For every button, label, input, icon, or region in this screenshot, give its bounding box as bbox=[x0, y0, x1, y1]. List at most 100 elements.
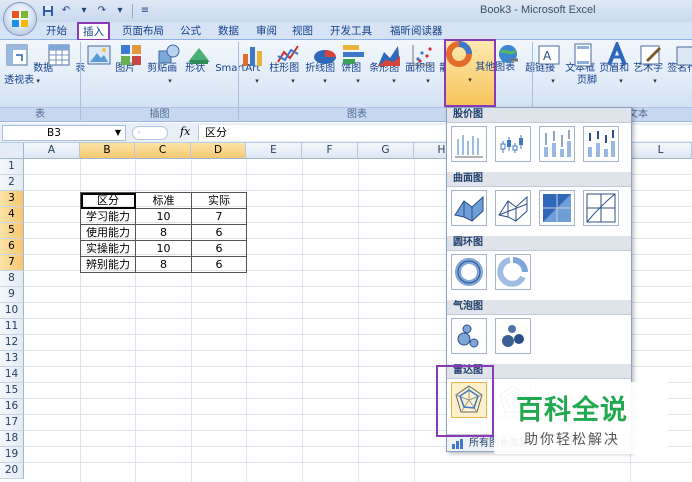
bubble-chart[interactable] bbox=[451, 318, 487, 354]
surface-chart-icon bbox=[586, 193, 616, 223]
column-header-g[interactable]: G bbox=[358, 143, 414, 159]
row-header-20[interactable]: 20 bbox=[0, 463, 24, 479]
save-icon[interactable] bbox=[40, 3, 56, 18]
column-header-b[interactable]: B bbox=[80, 143, 135, 159]
cell-b3[interactable]: 区分 bbox=[80, 192, 136, 209]
cell-b7[interactable]: 辨别能力 bbox=[80, 256, 136, 273]
surface-chart-3d[interactable] bbox=[451, 190, 487, 226]
table-button[interactable]: 表 bbox=[46, 42, 85, 75]
header-footer-button[interactable]: 页眉和 页脚 bbox=[570, 42, 629, 87]
dropdown-arrow-icon[interactable]: ▾ bbox=[76, 3, 92, 18]
row-header-9[interactable]: 9 bbox=[0, 287, 24, 303]
tab-data[interactable]: 数据 bbox=[214, 23, 243, 40]
cell-c5[interactable]: 8 bbox=[135, 224, 192, 241]
textbox-button[interactable]: A 文本框 ▾ bbox=[536, 42, 595, 87]
stock-chart-ohlc[interactable] bbox=[495, 126, 531, 162]
tab-home[interactable]: 开始 bbox=[42, 23, 71, 40]
cell-c3[interactable]: 标准 bbox=[135, 192, 192, 209]
shapes-button[interactable]: 形状 ▾ bbox=[156, 42, 205, 87]
cell-c7[interactable]: 8 bbox=[135, 256, 192, 273]
tab-review[interactable]: 审阅 bbox=[252, 23, 281, 40]
cell-b5[interactable]: 使用能力 bbox=[80, 224, 136, 241]
formula-expand-handle[interactable]: ◦ bbox=[132, 126, 168, 140]
hyperlink-button[interactable]: 超链接 bbox=[496, 42, 555, 75]
dropdown-arrow-icon: ▾ bbox=[356, 77, 360, 85]
surface-chart-contour[interactable] bbox=[539, 190, 575, 226]
object-icon bbox=[676, 46, 692, 66]
row-header-13[interactable]: 13 bbox=[0, 351, 24, 367]
tab-foxit-reader[interactable]: 福昕阅读器 bbox=[386, 23, 447, 40]
scatter-chart-button[interactable]: 散点图▾ bbox=[410, 42, 469, 87]
picture-button[interactable]: 图片 bbox=[86, 42, 135, 75]
tab-page-layout[interactable]: 页面布局 bbox=[118, 23, 168, 40]
smartart-button[interactable]: SmartArt bbox=[186, 42, 260, 75]
cell-b6[interactable]: 实操能力 bbox=[80, 240, 136, 257]
surface-chart-contour-wireframe[interactable] bbox=[583, 190, 619, 226]
office-button[interactable] bbox=[3, 2, 37, 36]
column-header-c[interactable]: C bbox=[135, 143, 191, 159]
object-button[interactable]: 对象 bbox=[672, 42, 692, 75]
wordart-button[interactable]: 艺术字 ▾ bbox=[604, 39, 663, 87]
cell-d5[interactable]: 6 bbox=[191, 224, 247, 241]
tab-formulas[interactable]: 公式 bbox=[176, 23, 205, 40]
line-chart-button[interactable]: 折线图 ▾ bbox=[276, 42, 335, 87]
row-header-5[interactable]: 5 bbox=[0, 223, 24, 239]
row-header-15[interactable]: 15 bbox=[0, 383, 24, 399]
tab-view[interactable]: 视图 bbox=[288, 23, 317, 40]
pivot-table-button[interactable]: 数据 透视表 ▾ bbox=[4, 42, 53, 87]
row-header-1[interactable]: 1 bbox=[0, 159, 24, 175]
column-header-e[interactable]: E bbox=[246, 143, 302, 159]
column-header-f[interactable]: F bbox=[302, 143, 358, 159]
row-header-18[interactable]: 18 bbox=[0, 431, 24, 447]
bubble-chart-icon bbox=[502, 325, 524, 347]
cell-d6[interactable]: 6 bbox=[191, 240, 247, 257]
cell-d4[interactable]: 7 bbox=[191, 208, 247, 225]
customize-qat-icon[interactable]: ≡ bbox=[137, 3, 153, 18]
row-header-12[interactable]: 12 bbox=[0, 335, 24, 351]
bar-chart-button[interactable]: 条形图 ▾ bbox=[340, 42, 399, 87]
surface-chart-wireframe[interactable] bbox=[495, 190, 531, 226]
row-header-14[interactable]: 14 bbox=[0, 367, 24, 383]
cell-c6[interactable]: 10 bbox=[135, 240, 192, 257]
column-header-a[interactable]: A bbox=[24, 143, 80, 159]
stock-chart-hlc[interactable] bbox=[451, 126, 487, 162]
row-header-16[interactable]: 16 bbox=[0, 399, 24, 415]
clipart-button[interactable]: 剪贴画 bbox=[118, 42, 177, 75]
tab-insert[interactable]: 插入 bbox=[77, 22, 110, 41]
row-header-3[interactable]: 3 bbox=[0, 191, 24, 207]
name-box[interactable]: B3 ▼ bbox=[2, 125, 126, 141]
bubble-chart-3d[interactable] bbox=[495, 318, 531, 354]
other-charts-button[interactable]: 其他图表 ▾ bbox=[444, 39, 515, 107]
signature-line-button[interactable]: 签名行▾ bbox=[638, 42, 692, 87]
insert-function-icon[interactable]: fx bbox=[180, 125, 190, 138]
select-all-corner[interactable] bbox=[0, 143, 24, 159]
column-chart-button[interactable]: 柱形图 ▾ bbox=[240, 42, 299, 87]
redo-icon[interactable]: ↷ bbox=[94, 3, 110, 18]
name-box-dropdown-icon[interactable]: ▼ bbox=[115, 126, 121, 140]
row-header-19[interactable]: 19 bbox=[0, 447, 24, 463]
row-header-11[interactable]: 11 bbox=[0, 319, 24, 335]
tab-developer[interactable]: 开发工具 bbox=[326, 23, 376, 40]
row-header-2[interactable]: 2 bbox=[0, 175, 24, 191]
pivot-table-icon bbox=[6, 44, 28, 66]
row-header-6[interactable]: 6 bbox=[0, 239, 24, 255]
cell-b4[interactable]: 学习能力 bbox=[80, 208, 136, 225]
stock-chart-vohlc[interactable] bbox=[583, 126, 619, 162]
pie-chart-button[interactable]: 饼图 ▾ bbox=[312, 42, 361, 87]
row-header-17[interactable]: 17 bbox=[0, 415, 24, 431]
column-header-l[interactable]: L bbox=[630, 143, 692, 159]
undo-icon[interactable]: ↶ bbox=[58, 3, 74, 18]
row-header-7[interactable]: 7 bbox=[0, 255, 24, 271]
cell-d7[interactable]: 6 bbox=[191, 256, 247, 273]
doughnut-chart[interactable] bbox=[451, 254, 487, 290]
exploded-doughnut-chart[interactable] bbox=[495, 254, 531, 290]
row-header-8[interactable]: 8 bbox=[0, 271, 24, 287]
cell-d3[interactable]: 实际 bbox=[191, 192, 247, 209]
cell-c4[interactable]: 10 bbox=[135, 208, 192, 225]
stock-chart-vhlc[interactable] bbox=[539, 126, 575, 162]
column-header-d[interactable]: D bbox=[191, 143, 246, 159]
row-header-10[interactable]: 10 bbox=[0, 303, 24, 319]
dropdown-arrow-icon[interactable]: ▾ bbox=[112, 3, 128, 18]
area-chart-button[interactable]: 面积图 ▾ bbox=[376, 42, 435, 87]
row-header-4[interactable]: 4 bbox=[0, 207, 24, 223]
